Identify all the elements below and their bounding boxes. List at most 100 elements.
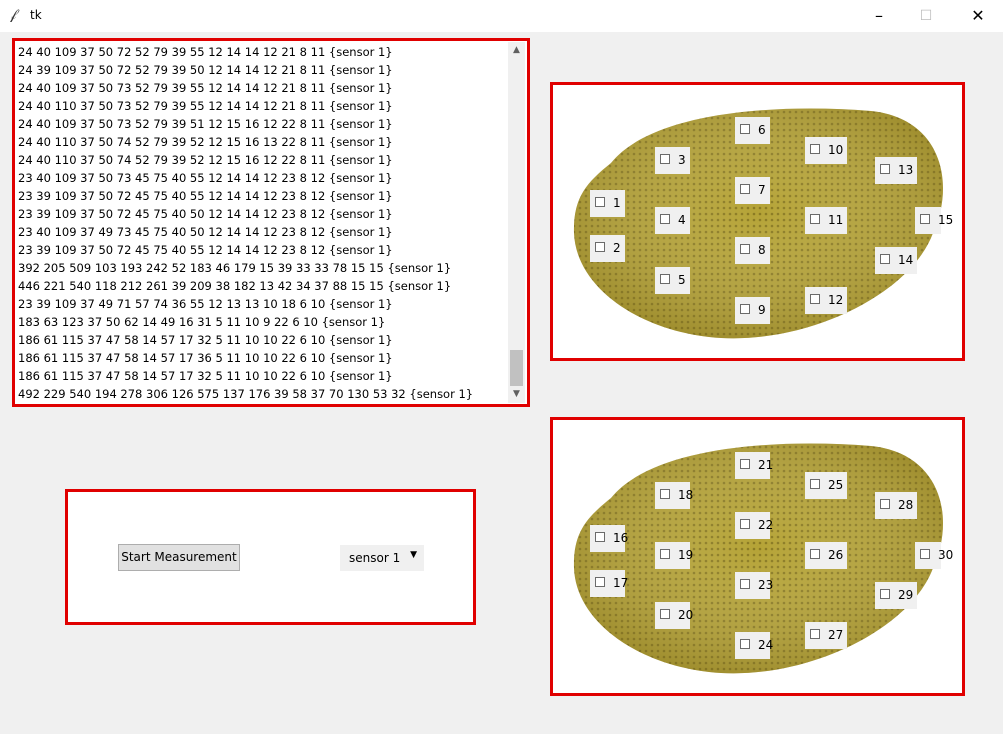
log-line: 186 61 115 37 47 58 14 57 17 36 5 11 10 … (18, 351, 393, 365)
checkbox-icon[interactable] (740, 184, 750, 194)
sensor-checkbox-6[interactable]: 6 (735, 117, 770, 144)
sensor-checkbox-11[interactable]: 11 (805, 207, 847, 234)
sensor-number-label: 24 (758, 638, 774, 652)
sensor-number-label: 1 (613, 196, 621, 210)
sensor-checkbox-9[interactable]: 9 (735, 297, 770, 324)
sensor-checkbox-30[interactable]: 30 (915, 542, 953, 569)
sensor-checkbox-8[interactable]: 8 (735, 237, 770, 264)
checkbox-icon[interactable] (880, 254, 890, 264)
sensor-checkbox-19[interactable]: 19 (655, 542, 693, 569)
scroll-down-arrow-icon[interactable]: ▼ (508, 386, 525, 403)
log-scrollbar[interactable]: ▲ ▼ (508, 42, 525, 403)
window-title: tk (30, 8, 42, 22)
log-line: 183 63 123 37 50 62 14 49 16 31 5 11 10 … (18, 315, 386, 329)
sensor-checkbox-22[interactable]: 22 (735, 512, 774, 539)
sensor-dropdown-value: sensor 1 (349, 551, 401, 565)
checkbox-icon[interactable] (920, 214, 930, 224)
sensor-number-label: 7 (758, 183, 766, 197)
checkbox-icon[interactable] (740, 639, 750, 649)
sensor-checkbox-14[interactable]: 14 (875, 247, 917, 274)
checkbox-icon[interactable] (920, 549, 930, 559)
checkbox-icon[interactable] (660, 549, 670, 559)
log-line: 24 40 109 37 50 72 52 79 39 55 12 14 14 … (18, 45, 393, 59)
sensor-checkbox-21[interactable]: 21 (735, 452, 773, 479)
checkbox-icon[interactable] (660, 154, 670, 164)
log-line: 24 40 109 37 50 73 52 79 39 55 12 14 14 … (18, 81, 393, 95)
sensor-checkbox-27[interactable]: 27 (805, 622, 847, 649)
log-line: 186 61 115 37 47 58 14 57 17 32 5 11 10 … (18, 333, 393, 347)
sensor-number-label: 30 (938, 548, 954, 562)
checkbox-icon[interactable] (740, 459, 750, 469)
log-line: 24 39 109 37 50 72 52 79 39 50 12 14 14 … (18, 63, 393, 77)
log-line: 23 39 109 37 49 71 57 74 36 55 12 13 13 … (18, 297, 393, 311)
checkbox-icon[interactable] (740, 579, 750, 589)
checkbox-icon[interactable] (595, 577, 605, 587)
sensor-number-label: 13 (898, 163, 914, 177)
sensor-checkbox-20[interactable]: 20 (655, 602, 693, 629)
checkbox-icon[interactable] (660, 489, 670, 499)
sensor-checkbox-2[interactable]: 2 (590, 235, 625, 262)
checkbox-icon[interactable] (880, 164, 890, 174)
control-panel: Start Measurement sensor 1 ▼ (65, 489, 476, 625)
log-line: 23 40 109 37 49 73 45 75 40 50 12 14 14 … (18, 225, 393, 239)
checkbox-icon[interactable] (740, 124, 750, 134)
log-line: 492 229 540 194 278 306 126 575 137 176 … (18, 387, 474, 401)
sensor-checkbox-12[interactable]: 12 (805, 287, 847, 314)
sensor-number-label: 12 (828, 293, 844, 307)
sensor-checkbox-4[interactable]: 4 (655, 207, 690, 234)
log-panel: 24 40 109 37 50 72 52 79 39 55 12 14 14 … (12, 38, 530, 407)
sensor-checkbox-23[interactable]: 23 (735, 572, 773, 599)
sensor-number-label: 18 (678, 488, 694, 502)
scroll-up-arrow-icon[interactable]: ▲ (508, 42, 525, 59)
sensor-checkbox-15[interactable]: 15 (915, 207, 953, 234)
checkbox-icon[interactable] (740, 304, 750, 314)
checkbox-icon[interactable] (595, 532, 605, 542)
sensor-checkbox-28[interactable]: 28 (875, 492, 917, 519)
close-button[interactable]: ✕ (955, 0, 1001, 32)
sensor-number-label: 22 (758, 518, 774, 532)
sensor-checkbox-1[interactable]: 1 (590, 190, 625, 217)
log-line: 23 39 109 37 50 72 45 75 40 55 12 14 14 … (18, 243, 393, 257)
checkbox-icon[interactable] (810, 549, 820, 559)
sensor-number-label: 5 (678, 273, 686, 287)
checkbox-icon[interactable] (880, 499, 890, 509)
sensor-checkbox-10[interactable]: 10 (805, 137, 847, 164)
sensor-checkbox-29[interactable]: 29 (875, 582, 917, 609)
checkbox-icon[interactable] (810, 294, 820, 304)
sensor-checkbox-5[interactable]: 5 (655, 267, 690, 294)
sensor-checkbox-7[interactable]: 7 (735, 177, 770, 204)
sensor-checkbox-17[interactable]: 17 (590, 570, 628, 597)
checkbox-icon[interactable] (810, 144, 820, 154)
start-measurement-button[interactable]: Start Measurement (118, 544, 240, 571)
checkbox-icon[interactable] (810, 214, 820, 224)
checkbox-icon[interactable] (810, 629, 820, 639)
checkbox-icon[interactable] (595, 242, 605, 252)
checkbox-icon[interactable] (880, 589, 890, 599)
title-bar: 𝒻 tk – ☐ ✕ (0, 0, 1003, 32)
log-textbox[interactable]: 24 40 109 37 50 72 52 79 39 55 12 14 14 … (18, 43, 510, 403)
sensor-number-label: 9 (758, 303, 766, 317)
minimize-button[interactable]: – (856, 0, 902, 32)
sensor-number-label: 14 (898, 253, 914, 267)
maximize-button[interactable]: ☐ (903, 0, 949, 32)
checkbox-icon[interactable] (810, 479, 820, 489)
sensor-number-label: 26 (828, 548, 844, 562)
checkbox-icon[interactable] (740, 519, 750, 529)
checkbox-icon[interactable] (740, 244, 750, 254)
sensor-checkbox-24[interactable]: 24 (735, 632, 774, 659)
checkbox-icon[interactable] (660, 214, 670, 224)
sensor-checkbox-26[interactable]: 26 (805, 542, 847, 569)
sensor-checkbox-13[interactable]: 13 (875, 157, 917, 184)
sensor-dropdown[interactable]: sensor 1 ▼ (340, 545, 424, 571)
log-line: 392 205 509 103 193 242 52 183 46 179 15… (18, 261, 452, 275)
checkbox-icon[interactable] (660, 274, 670, 284)
sensor-number-label: 2 (613, 241, 621, 255)
checkbox-icon[interactable] (595, 197, 605, 207)
sensor-checkbox-16[interactable]: 16 (590, 525, 628, 552)
checkbox-icon[interactable] (660, 609, 670, 619)
sensor-checkbox-18[interactable]: 18 (655, 482, 694, 509)
sensor-checkbox-3[interactable]: 3 (655, 147, 690, 174)
sensor-checkbox-25[interactable]: 25 (805, 472, 847, 499)
scroll-thumb[interactable] (510, 350, 523, 386)
sensor-number-label: 10 (828, 143, 844, 157)
